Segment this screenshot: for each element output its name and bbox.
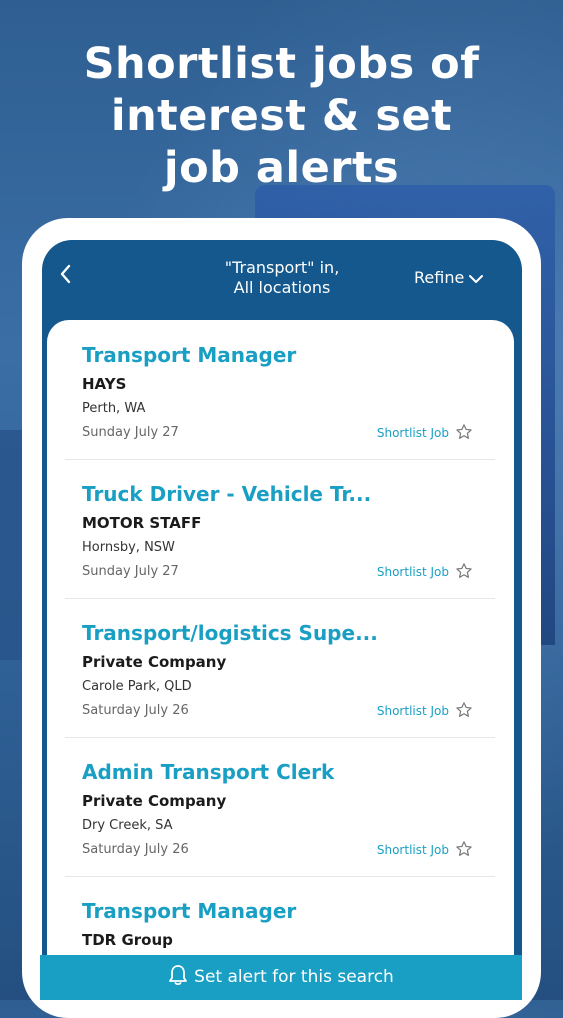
job-location: Carole Park, QLD <box>82 679 192 694</box>
refine-label: Refine <box>414 268 465 287</box>
job-title[interactable]: Truck Driver - Vehicle Tr... <box>82 482 371 506</box>
job-title[interactable]: Transport Manager <box>82 899 296 923</box>
search-keyword: "Transport" in, <box>224 258 340 277</box>
shortlist-job-button[interactable]: Shortlist Job <box>377 423 473 441</box>
shortlist-job-button[interactable]: Shortlist Job <box>377 701 473 719</box>
job-title[interactable]: Transport Manager <box>82 343 296 367</box>
job-date: Sunday July 27 <box>82 564 179 579</box>
back-button[interactable] <box>58 262 82 290</box>
shortlist-label: Shortlist Job <box>376 843 449 857</box>
job-card[interactable]: Transport Manager HAYS Perth, WA Sunday … <box>65 320 495 460</box>
shortlist-label: Shortlist Job <box>376 704 449 718</box>
job-title[interactable]: Admin Transport Clerk <box>82 760 334 784</box>
star-icon <box>456 841 472 856</box>
job-card[interactable]: Transport/logistics Supe... Private Comp… <box>65 598 495 738</box>
company-name: Private Company <box>82 653 227 671</box>
job-location: Perth, WA <box>82 401 146 416</box>
search-location: All locations <box>233 278 331 297</box>
promo-headline: Shortlist jobs of interest & set job ale… <box>0 38 563 194</box>
job-location: Dry Creek, SA <box>82 818 173 833</box>
job-card[interactable]: Truck Driver - Vehicle Tr... MOTOR STAFF… <box>65 459 495 599</box>
shortlist-job-button[interactable]: Shortlist Job <box>377 840 473 858</box>
headline-line-1: Shortlist jobs of <box>83 39 480 89</box>
company-name: TDR Group <box>82 931 173 949</box>
headline-line-3: job alerts <box>163 143 400 193</box>
set-alert-label: Set alert for this search <box>194 967 394 987</box>
bell-icon <box>169 965 188 986</box>
star-icon <box>456 702 472 717</box>
app-screen: "Transport" in, All locations Refine Tra… <box>42 240 522 1000</box>
shortlist-job-button[interactable]: Shortlist Job <box>377 562 473 580</box>
job-date: Sunday July 27 <box>82 425 179 440</box>
search-query: "Transport" in, All locations <box>172 258 392 298</box>
job-card[interactable]: Admin Transport Clerk Private Company Dr… <box>65 737 495 877</box>
job-date: Saturday July 26 <box>82 703 189 718</box>
company-name: MOTOR STAFF <box>82 514 202 532</box>
headline-line-2: interest & set <box>110 91 453 141</box>
job-location: Hornsby, NSW <box>82 540 175 555</box>
shortlist-label: Shortlist Job <box>376 565 449 579</box>
search-header: "Transport" in, All locations Refine <box>42 240 522 320</box>
chevron-down-icon <box>469 274 484 283</box>
shortlist-label: Shortlist Job <box>376 426 449 440</box>
star-icon <box>456 424 472 439</box>
job-list: Transport Manager HAYS Perth, WA Sunday … <box>47 320 514 1000</box>
job-title[interactable]: Transport/logistics Supe... <box>82 621 378 645</box>
job-date: Saturday July 26 <box>82 842 189 857</box>
company-name: Private Company <box>82 792 227 810</box>
star-icon <box>456 563 472 578</box>
company-name: HAYS <box>82 375 127 393</box>
set-alert-button[interactable]: Set alert for this search <box>40 955 522 1000</box>
chevron-left-icon <box>60 264 71 284</box>
refine-button[interactable]: Refine <box>414 268 484 287</box>
